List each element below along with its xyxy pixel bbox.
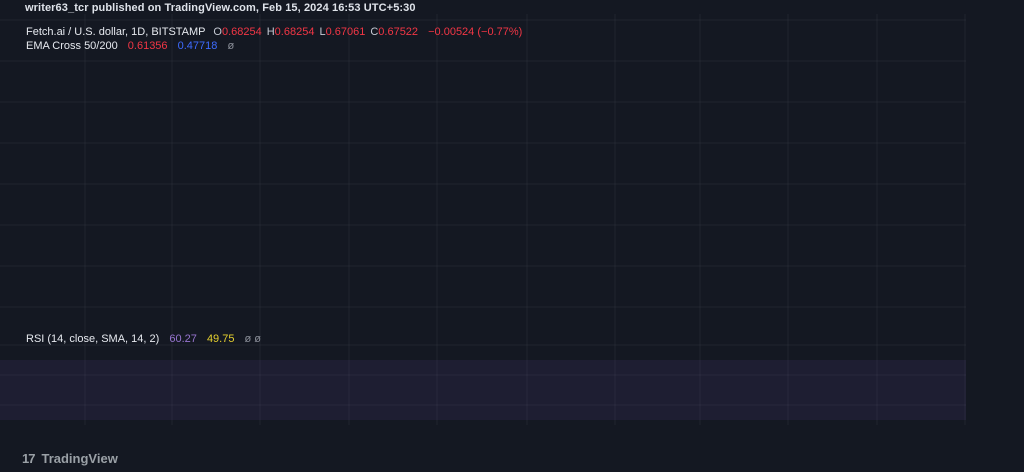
- change-value: −0.00524 (−0.77%): [428, 26, 523, 38]
- ohlc-number: 0.67522: [378, 26, 419, 38]
- ema200-value: 0.47718: [177, 40, 218, 52]
- ema-legend-row[interactable]: EMA Cross 50/200 0.61356 0.47718 ø: [26, 40, 234, 52]
- symbol-title: Fetch.ai / U.S. dollar, 1D, BITSTAMP: [26, 26, 206, 38]
- rsi-legend-row[interactable]: RSI (14, close, SMA, 14, 2) 60.27 49.75 …: [26, 333, 261, 345]
- publish-title: writer63_tcr published on TradingView.co…: [25, 2, 416, 14]
- rsi-hide-icons[interactable]: ø ø: [245, 333, 262, 345]
- ohlc-letter: H: [266, 26, 275, 38]
- ohlc-number: 0.68254: [274, 26, 315, 38]
- price-chart-canvas[interactable]: [0, 0, 1024, 472]
- rsi-sma-value: 49.75: [206, 333, 235, 345]
- rsi-indicator-title: RSI (14, close, SMA, 14, 2): [26, 333, 160, 345]
- ohlc-number: 0.67061: [325, 26, 366, 38]
- ema-indicator-title: EMA Cross 50/200: [26, 40, 118, 52]
- ema-hide-icon[interactable]: ø: [227, 40, 234, 52]
- rsi-value: 60.27: [169, 333, 197, 345]
- ohlc-letter: O: [213, 26, 222, 38]
- tradingview-attribution[interactable]: 17 TradingView: [22, 451, 118, 466]
- ohlc-number: 0.68254: [221, 26, 262, 38]
- ohlc-values: O0.68254 H0.68254 L0.67061 C0.67522: [208, 26, 418, 38]
- tradingview-logo-icon: 17: [22, 451, 36, 466]
- tradingview-chart-window: writer63_tcr published on TradingView.co…: [0, 0, 1024, 472]
- tradingview-brand-label: TradingView: [41, 451, 118, 466]
- symbol-legend-row[interactable]: Fetch.ai / U.S. dollar, 1D, BITSTAMP O0.…: [26, 26, 522, 38]
- rsi-zone: [0, 360, 966, 420]
- ema50-value: 0.61356: [127, 40, 168, 52]
